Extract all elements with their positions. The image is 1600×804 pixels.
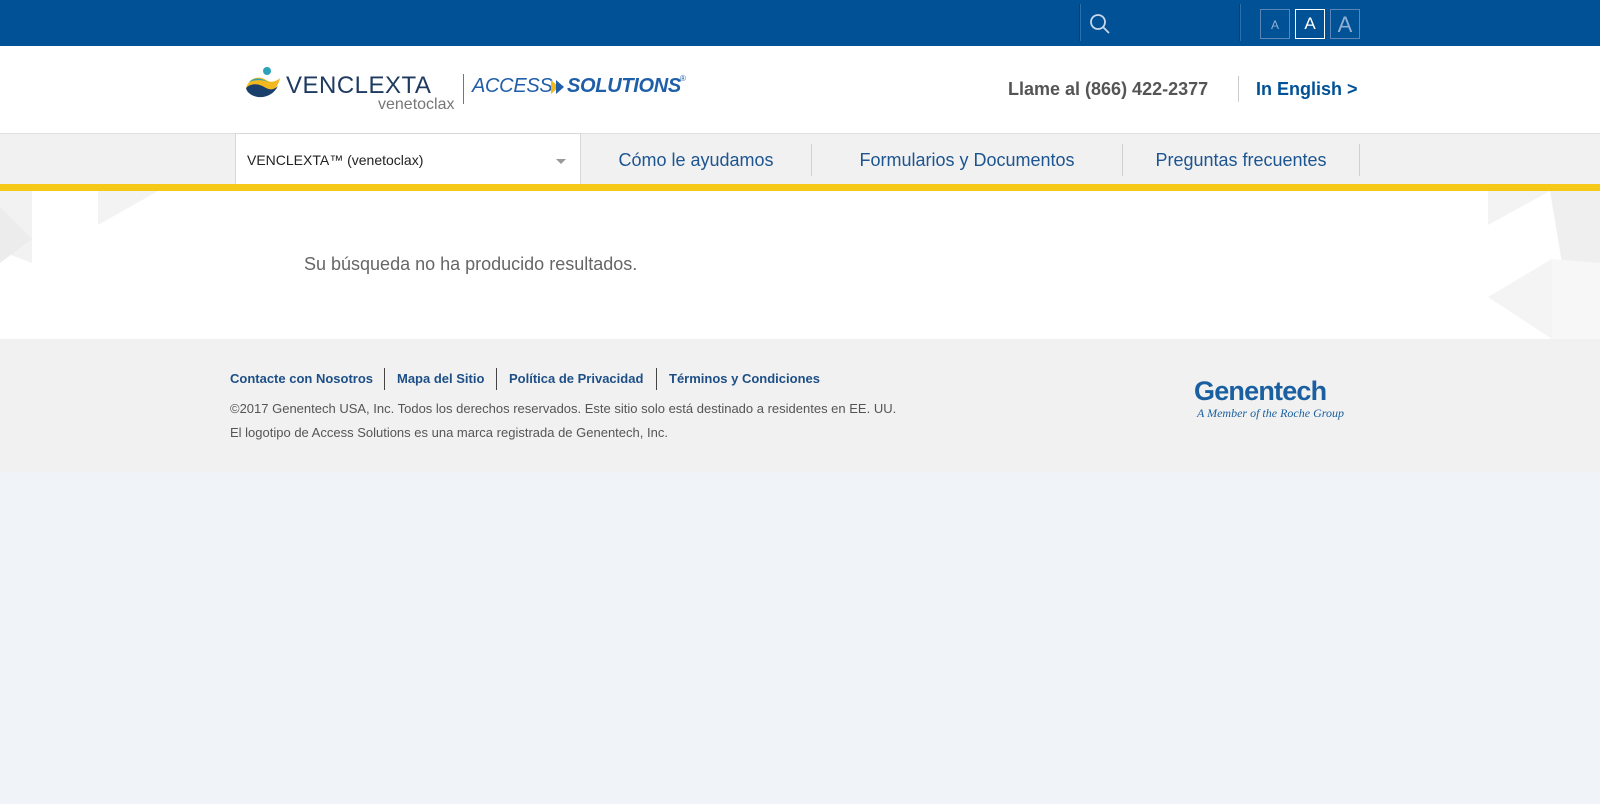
utility-bar: A A A [0,0,1600,46]
search-input[interactable] [1116,9,1226,37]
access-wordmark: ACCESS [472,75,553,97]
font-size-large-button[interactable]: A [1330,9,1360,39]
chevron-down-icon [556,159,566,164]
brand-generic-name: venetoclax [378,96,455,113]
divider [1238,76,1239,102]
genentech-logo[interactable]: Genentech A Member of the Roche Group [1194,377,1354,421]
site-logo[interactable]: VENCLEXTA venetoclax ACCESS SOLUTIONS ® [244,66,694,116]
nav-item-preguntas[interactable]: Preguntas frecuentes [1123,134,1359,185]
nav-item-como-le-ayudamos[interactable]: Cómo le ayudamos [581,134,811,185]
footer-link-mapa[interactable]: Mapa del Sitio [397,369,484,389]
genentech-tagline: A Member of the Roche Group [1197,406,1344,420]
phone-number: Llame al (866) 422-2377 [1008,79,1209,99]
logo-divider [463,74,464,104]
footer-link-contacto[interactable]: Contacte con Nosotros [230,369,373,389]
footer-divider [384,368,385,390]
genentech-wordmark: Genentech [1194,376,1327,406]
registered-mark: ® [680,74,686,83]
main-nav: VENCLEXTA™ (venetoclax) Cómo le ayudamos… [0,133,1600,185]
footer-link-terminos[interactable]: Términos y Condiciones [669,369,820,389]
footer-divider [496,368,497,390]
solutions-wordmark: SOLUTIONS [567,75,681,97]
no-results-message: Su búsqueda no ha producido resultados. [304,254,638,274]
chevron-right-icon [551,80,564,94]
main-content: Su búsqueda no ha producido resultados. [0,191,1600,339]
trademark-text: El logotipo de Access Solutions es una m… [230,425,668,440]
brand-name: VENCLEXTA [286,72,432,99]
language-switch-link[interactable]: In English > [1256,79,1358,100]
decorative-triangles [1488,191,1600,339]
font-size-small-button[interactable]: A [1260,9,1290,39]
copyright-text: ©2017 Genentech USA, Inc. Todos los dere… [230,401,897,416]
footer-link-privacidad[interactable]: Política de Privacidad [509,369,643,389]
footer-divider [656,368,657,390]
product-select-value: VENCLEXTA™ (venetoclax) [247,152,424,168]
divider [1079,4,1081,41]
divider [1239,4,1241,41]
product-select[interactable]: VENCLEXTA™ (venetoclax) [235,133,581,185]
site-footer: Contacte con Nosotros Mapa del Sitio Pol… [0,339,1600,472]
search-icon[interactable] [1088,12,1112,36]
nav-divider [1359,144,1360,176]
nav-item-formularios[interactable]: Formularios y Documentos [812,134,1122,185]
accent-bar [0,184,1600,191]
decorative-triangles [0,191,158,263]
font-size-medium-button[interactable]: A [1295,9,1325,39]
venclexta-logo-mark-icon [246,67,280,98]
site-header: VENCLEXTA venetoclax ACCESS SOLUTIONS ® … [0,46,1600,133]
